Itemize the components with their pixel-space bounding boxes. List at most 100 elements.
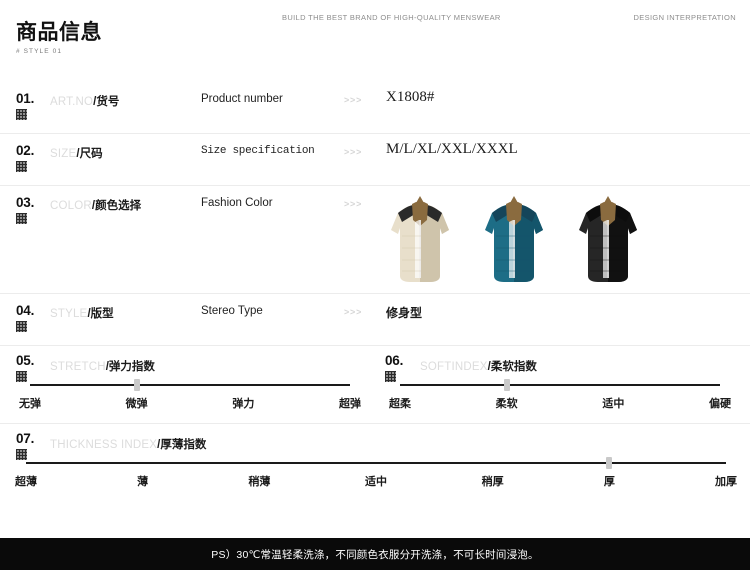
index-number: 07. — [16, 431, 35, 446]
grid-icon — [16, 448, 27, 460]
label-english: COLOR — [50, 200, 92, 212]
spec-row-size: 02. SIZE/尺码 Size specification >>> M/L/X… — [0, 134, 750, 186]
brand-tagline: BUILD THE BEST BRAND OF HIGH-QUALITY MEN… — [282, 13, 501, 22]
index-block-stretch: 05. STRETCH/弹力指数 无弹 微弹 弹力 超弹 — [0, 346, 375, 424]
grid-icon — [16, 108, 27, 120]
row-index-02: 02. — [16, 144, 50, 172]
spec-row-art-no: 01. ART.NO/货号 Product number >>> X1808# — [0, 82, 750, 134]
grid-icon — [16, 370, 27, 382]
grid-icon — [385, 370, 396, 382]
slider-tick-label[interactable]: 柔软 — [496, 395, 518, 411]
color-swatch-gallery — [386, 190, 642, 288]
row-label-size: SIZE/尺码 — [50, 145, 103, 161]
label-english: SIZE — [50, 148, 77, 160]
grid-icon — [16, 160, 27, 172]
label-english: THICKNESS INDEX — [50, 439, 158, 451]
label-english: STRETCH — [50, 361, 106, 373]
page-title: 商品信息 — [16, 21, 102, 44]
label-chinese: /弹力指数 — [105, 361, 155, 373]
label-english: ART.NO — [50, 96, 94, 108]
label-chinese: /版型 — [87, 308, 114, 320]
grid-icon — [16, 212, 27, 224]
index-number: 03. — [16, 195, 35, 210]
footer-care-bar: PS）30℃常温轻柔洗涤，不同颜色衣服分开洗涤，不可长时间浸泡。 — [0, 538, 750, 570]
page-subtitle: # STYLE 01 — [16, 48, 63, 56]
spec-row-color: 03. COLOR/颜色选择 Fashion Color >>> — [0, 186, 750, 294]
index-block-softness: 06. SOFTINDEX/柔软指数 超柔 柔软 适中 偏硬 — [375, 346, 750, 424]
slider-tick-label[interactable]: 超弹 — [339, 395, 361, 411]
slider-thumb[interactable] — [133, 379, 140, 391]
index-row-thickness: 07. THICKNESS INDEX/厚薄指数 超薄 薄 稍薄 适中 稍厚 厚 加厚 — [0, 424, 750, 502]
softness-slider[interactable]: 超柔 柔软 适中 偏硬 — [389, 379, 731, 411]
slider-tick-label[interactable]: 厚 — [604, 473, 615, 489]
row-label-color: COLOR/颜色选择 — [50, 197, 141, 213]
chevron-right-icon: >>> — [344, 307, 363, 317]
index-label-stretch: STRETCH/弹力指数 — [50, 358, 155, 374]
index-block-thickness: 07. THICKNESS INDEX/厚薄指数 超薄 薄 稍薄 适中 稍厚 厚 加厚 — [0, 424, 750, 502]
spec-rows: 01. ART.NO/货号 Product number >>> X1808# … — [0, 82, 750, 502]
stretch-slider[interactable]: 无弹 微弹 弹力 超弹 — [19, 379, 361, 411]
row-index-04: 04. — [16, 304, 50, 332]
slider-track[interactable] — [30, 379, 350, 391]
teal-jacket[interactable] — [480, 190, 548, 288]
slider-tick-labels: 无弹 微弹 弹力 超弹 — [19, 395, 361, 411]
black-jacket[interactable] — [574, 190, 642, 288]
row-description-size: Size specification — [201, 145, 315, 157]
slider-track[interactable] — [26, 457, 726, 469]
row-label-style: STYLE/版型 — [50, 305, 114, 321]
row-description-style: Stereo Type — [201, 305, 263, 317]
index-label-softness: SOFTINDEX/柔软指数 — [420, 358, 537, 374]
slider-track[interactable] — [400, 379, 720, 391]
row-label-art-no: ART.NO/货号 — [50, 93, 119, 109]
index-number: 04. — [16, 303, 35, 318]
index-number: 06. — [385, 353, 404, 368]
label-chinese: /颜色选择 — [91, 200, 142, 212]
slider-tick-labels: 超柔 柔软 适中 偏硬 — [389, 395, 731, 411]
chevron-right-icon: >>> — [344, 95, 363, 105]
slider-tick-label[interactable]: 偏硬 — [709, 395, 731, 411]
slider-tick-label[interactable]: 加厚 — [715, 473, 737, 489]
page-title-block: 商品信息 # STYLE 01 — [16, 21, 102, 56]
slider-tick-label[interactable]: 无弹 — [19, 395, 41, 411]
index-number: 02. — [16, 143, 35, 158]
design-interpretation-label: DESIGN INTERPRETATION — [633, 13, 736, 22]
slider-tick-labels: 超薄 薄 稍薄 适中 稍厚 厚 加厚 — [15, 473, 737, 489]
spec-row-style: 04. STYLE/版型 Stereo Type >>> 修身型 — [0, 294, 750, 346]
label-english: STYLE — [50, 308, 88, 320]
beige-jacket[interactable] — [386, 190, 454, 288]
row-index-05: 05. — [16, 354, 50, 382]
chevron-right-icon: >>> — [344, 147, 363, 157]
row-index-03: 03. — [16, 196, 50, 224]
slider-thumb[interactable] — [606, 457, 613, 469]
label-chinese: /柔软指数 — [487, 361, 537, 373]
row-index-06: 06. — [385, 354, 419, 382]
slider-tick-label[interactable]: 适中 — [602, 395, 624, 411]
label-chinese: /厚薄指数 — [157, 439, 207, 451]
thickness-slider[interactable]: 超薄 薄 稍薄 适中 稍厚 厚 加厚 — [15, 457, 737, 489]
index-label-thickness: THICKNESS INDEX/厚薄指数 — [50, 436, 206, 452]
care-instructions: PS）30℃常温轻柔洗涤，不同颜色衣服分开洗涤，不可长时间浸泡。 — [211, 548, 539, 561]
row-description-art-no: Product number — [201, 93, 283, 105]
slider-tick-label[interactable]: 微弹 — [126, 395, 148, 411]
slider-tick-label[interactable]: 薄 — [137, 473, 148, 489]
row-index-01: 01. — [16, 92, 50, 120]
chevron-right-icon: >>> — [344, 199, 363, 209]
label-chinese: /货号 — [93, 96, 120, 108]
slider-tick-label[interactable]: 超柔 — [389, 395, 411, 411]
label-chinese: /尺码 — [76, 148, 103, 160]
index-number: 05. — [16, 353, 35, 368]
row-value-style: 修身型 — [386, 306, 423, 320]
slider-tick-label[interactable]: 超薄 — [15, 473, 37, 489]
row-index-07: 07. — [16, 432, 50, 460]
slider-tick-label[interactable]: 稍薄 — [248, 473, 270, 489]
row-value-art-no: X1808# — [386, 89, 435, 105]
label-english: SOFTINDEX — [420, 361, 488, 373]
index-number: 01. — [16, 91, 35, 106]
slider-thumb[interactable] — [503, 379, 510, 391]
index-row-stretch-soft: 05. STRETCH/弹力指数 无弹 微弹 弹力 超弹 06. SOFTINDEX/… — [0, 346, 750, 424]
slider-tick-label[interactable]: 适中 — [365, 473, 387, 489]
row-description-color: Fashion Color — [201, 197, 273, 209]
slider-tick-label[interactable]: 稍厚 — [482, 473, 504, 489]
slider-tick-label[interactable]: 弹力 — [232, 395, 254, 411]
row-value-size: M/L/XL/XXL/XXXL — [386, 141, 518, 157]
